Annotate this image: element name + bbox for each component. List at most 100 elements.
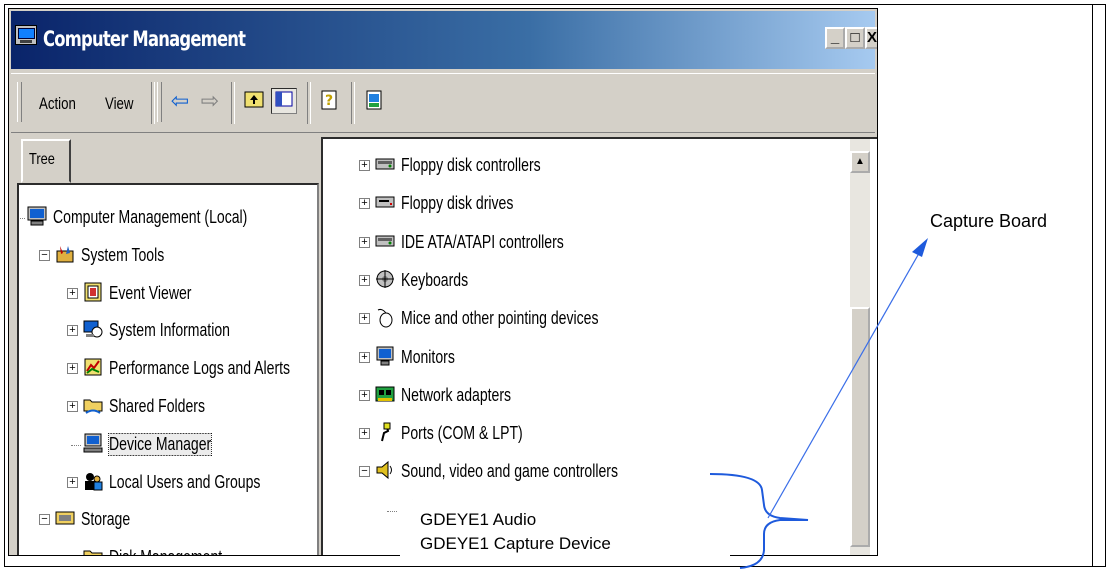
performance-icon (81, 356, 105, 380)
back-arrow-icon[interactable]: ⇦ (167, 88, 193, 114)
expand-icon[interactable]: + (67, 325, 78, 337)
mouse-icon (373, 306, 397, 330)
help-icon[interactable]: ? (317, 88, 343, 114)
computer-management-window: Computer Management _ □ X Action View ⇦ … (8, 8, 878, 556)
tree-label: Computer Management (Local) (53, 207, 248, 227)
device-label: Monitors (401, 346, 455, 367)
port-icon (373, 421, 397, 445)
device-label: Sound, video and game controllers (401, 461, 618, 482)
device-item[interactable]: + Network adapters (323, 381, 843, 411)
collapse-icon[interactable]: − (39, 514, 50, 526)
tree-label: System Information (109, 320, 230, 341)
tree-item[interactable]: + Performance Logs and Alerts (19, 354, 317, 384)
expand-icon[interactable]: + (359, 198, 370, 210)
tree-item[interactable]: + System Information (19, 316, 317, 346)
toolbar-separator (151, 82, 155, 124)
expand-icon[interactable]: + (359, 160, 370, 171)
tree-label: Shared Folders (109, 396, 206, 416)
scroll-thumb[interactable] (850, 307, 870, 547)
expand-icon[interactable]: + (67, 363, 78, 375)
expand-icon[interactable]: + (67, 476, 78, 488)
expand-icon[interactable]: + (359, 351, 370, 363)
device-label: Keyboards (401, 269, 469, 290)
expand-icon[interactable]: + (67, 401, 78, 412)
device-item[interactable]: + Floppy disk controllers (323, 151, 843, 181)
toolbar-separator (231, 82, 235, 124)
minimize-button[interactable]: _ (825, 27, 845, 49)
menu-action[interactable]: Action (39, 94, 76, 114)
device-label: IDE ATA/ATAPI controllers (401, 231, 564, 252)
expand-icon[interactable]: + (67, 287, 78, 299)
tree-item[interactable]: Device Manager (19, 430, 317, 460)
tree-item[interactable]: + Local Users and Groups (19, 468, 317, 498)
close-button[interactable]: X (865, 27, 877, 49)
device-list-pane[interactable]: + Floppy disk controllers + Floppy disk dri… (321, 137, 877, 555)
controller-icon (373, 230, 397, 254)
disk-icon (81, 545, 105, 555)
event-viewer-icon (81, 281, 105, 305)
monitor-icon (373, 345, 397, 369)
menu-view[interactable]: View (105, 94, 134, 114)
properties-icon[interactable] (361, 88, 387, 114)
tree-connector (387, 510, 397, 512)
network-adapter-icon (373, 383, 397, 407)
tree-label: Device Manager (108, 432, 213, 456)
frame-divider (1092, 4, 1093, 567)
users-icon (81, 470, 105, 494)
svg-text:?: ? (325, 93, 333, 109)
collapse-icon[interactable]: − (359, 466, 370, 478)
tree-item[interactable]: Disk Management (19, 543, 317, 555)
tree-item[interactable]: Computer Management (Local) (19, 203, 317, 233)
toolbar-grip[interactable] (17, 82, 22, 122)
toolbar-grip[interactable] (157, 82, 162, 122)
maximize-button[interactable]: □ (845, 27, 865, 49)
tree-label: System Tools (81, 244, 165, 265)
keyboard-icon (373, 268, 397, 292)
tree-item[interactable]: + Event Viewer (19, 279, 317, 309)
tab-tree[interactable]: Tree (21, 139, 71, 183)
annotation-line-capture: GDEYE1 Capture Device (420, 534, 611, 553)
device-item[interactable]: + IDE ATA/ATAPI controllers (323, 228, 843, 258)
expand-icon[interactable]: + (359, 428, 370, 440)
tree-label: Disk Management (109, 547, 222, 555)
device-label: Floppy disk drives (401, 193, 514, 214)
device-label: Floppy disk controllers (401, 155, 541, 175)
show-hide-tree-icon[interactable] (271, 88, 297, 114)
tree-item[interactable]: − Storage (19, 505, 317, 535)
expand-icon[interactable]: + (359, 313, 370, 325)
vertical-scrollbar[interactable]: ▲ (850, 139, 870, 555)
tree-item[interactable]: + Shared Folders (19, 392, 317, 422)
storage-icon (53, 507, 77, 531)
computer-management-icon (15, 25, 37, 45)
device-item[interactable]: + Floppy disk drives (323, 189, 843, 219)
toolbar: Action View ⇦ ⇨ ? (11, 73, 875, 133)
speaker-icon (373, 459, 397, 483)
expand-icon[interactable]: + (359, 274, 370, 286)
forward-arrow-icon[interactable]: ⇨ (197, 88, 223, 114)
expand-icon[interactable]: + (359, 389, 370, 401)
tree-pane[interactable]: Computer Management (Local) − System Tools… (17, 183, 319, 555)
tree-label: Performance Logs and Alerts (109, 358, 291, 379)
device-label: Network adapters (401, 384, 512, 405)
expand-icon[interactable]: + (359, 236, 370, 248)
capture-board-callout: Capture Board (930, 211, 1048, 231)
up-folder-icon[interactable] (241, 88, 267, 114)
device-item[interactable]: − Sound, video and game controllers (323, 457, 843, 487)
tree-label: Storage (81, 509, 131, 530)
shared-folder-icon (81, 394, 105, 418)
tree-item[interactable]: − System Tools (19, 241, 317, 271)
tree-connector (71, 444, 81, 446)
device-item[interactable]: + Ports (COM & LPT) (323, 419, 843, 449)
annotation-line-audio: GDEYE1 Audio (420, 510, 537, 529)
tree-label: Local Users and Groups (109, 471, 261, 492)
device-item[interactable]: + Monitors (323, 343, 843, 373)
computer-icon (25, 205, 49, 229)
scroll-up-button[interactable]: ▲ (850, 151, 870, 173)
device-item[interactable]: + Mice and other pointing devices (323, 304, 843, 334)
title-bar[interactable]: Computer Management _ □ X (11, 11, 877, 69)
system-information-icon (81, 318, 105, 342)
collapse-icon[interactable]: − (39, 249, 50, 261)
tree-label: Event Viewer (109, 282, 192, 303)
device-item[interactable]: + Keyboards (323, 266, 843, 296)
toolbar-separator (351, 82, 355, 124)
